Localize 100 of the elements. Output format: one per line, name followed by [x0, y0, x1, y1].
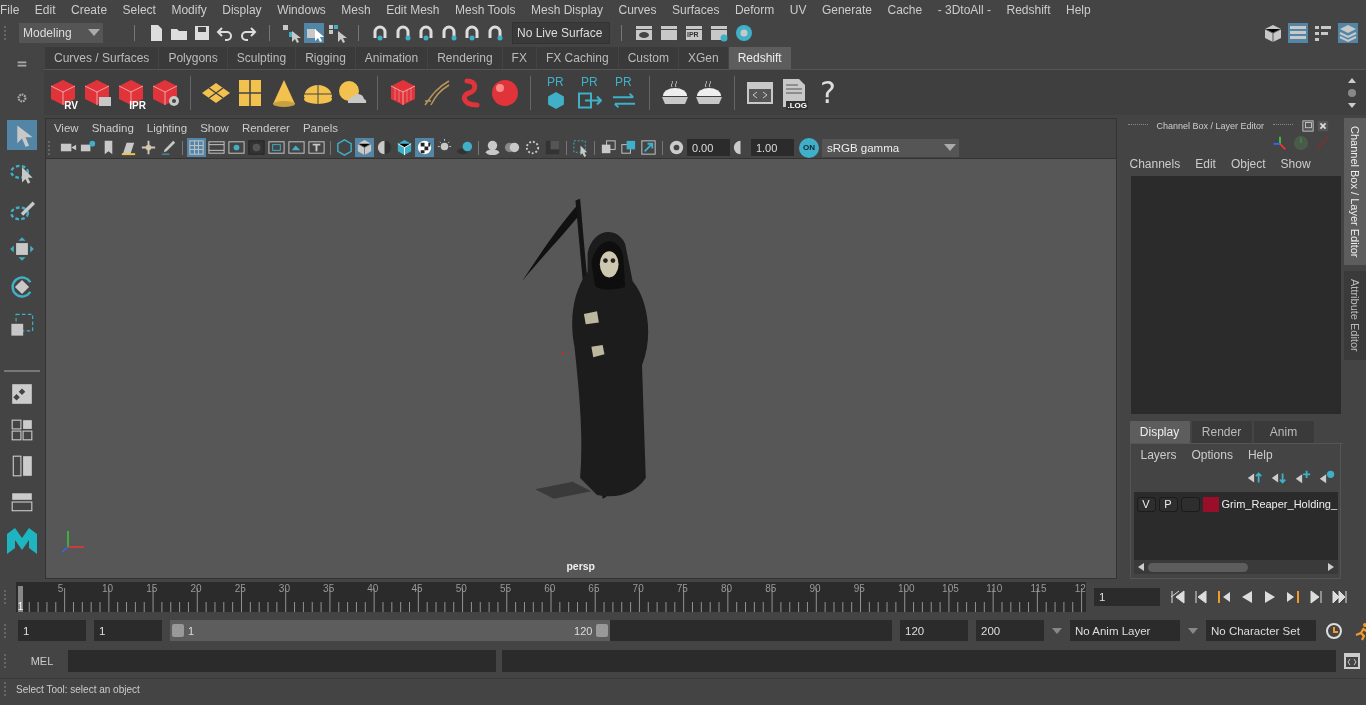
shelf-tab[interactable]: FX — [502, 47, 536, 69]
resolution-gate-icon[interactable] — [226, 138, 246, 157]
shelf-tab[interactable]: Redshift — [728, 47, 791, 69]
character-set-dropdown[interactable]: No Character Set — [1206, 620, 1316, 641]
menu-item[interactable]: File — [0, 3, 20, 17]
scroll-left-icon[interactable] — [1136, 562, 1145, 572]
scroll-right-icon[interactable] — [1327, 562, 1335, 572]
side-tab[interactable]: Channel Box / Layer Editor — [1344, 118, 1366, 266]
layer-color-swatch[interactable] — [1202, 496, 1219, 512]
grid-icon[interactable] — [186, 138, 206, 157]
layer-tab[interactable]: Anim — [1253, 421, 1314, 443]
script-editor-icon[interactable] — [1342, 650, 1362, 671]
menu-item[interactable]: Mesh Display — [531, 3, 604, 17]
shelf-button[interactable]: IPR — [114, 74, 148, 111]
menu-item[interactable]: Display — [222, 3, 262, 17]
shelf-button[interactable]: PR — [607, 74, 641, 111]
menu-item[interactable]: View — [53, 122, 79, 134]
float-icon[interactable] — [1302, 120, 1315, 132]
range-slider[interactable]: 1 120 — [170, 620, 611, 641]
menu-item[interactable]: - 3DtoAll - — [937, 3, 991, 17]
menu-item[interactable]: Select — [122, 3, 156, 17]
menu-item[interactable]: Help — [1066, 3, 1091, 17]
menu-item[interactable]: Edit — [34, 3, 56, 17]
current-frame-marker[interactable]: 1 — [18, 586, 23, 612]
shelf-button[interactable]: PR — [539, 74, 573, 111]
menu-item[interactable]: Lighting — [146, 122, 188, 134]
menu-item[interactable]: Layers — [1140, 448, 1177, 462]
command-input-field[interactable] — [68, 649, 496, 672]
menu-item[interactable]: Show — [200, 122, 229, 134]
xray-component-icon[interactable] — [638, 138, 658, 157]
layer-tab[interactable]: Render — [1191, 421, 1252, 443]
layer-tab[interactable]: Display — [1129, 421, 1190, 443]
menu-item[interactable]: Edit Mesh — [386, 3, 440, 17]
menu-item[interactable]: UV — [789, 3, 807, 17]
shelf-tab[interactable]: Custom — [618, 47, 678, 69]
layer-stack-icon[interactable] — [1338, 22, 1358, 43]
menu-item[interactable]: Redshift — [1006, 3, 1051, 17]
menu-item[interactable]: Mesh Tools — [455, 3, 516, 17]
shelf-button[interactable]: .LOG — [777, 74, 811, 111]
skip-start-icon[interactable] — [1170, 589, 1186, 605]
shelf-tab[interactable]: Animation — [355, 47, 428, 69]
menu-item[interactable]: Generate — [821, 3, 872, 17]
safe-title-icon[interactable] — [306, 138, 326, 157]
menu-item[interactable]: Help — [1247, 448, 1273, 462]
layer-name[interactable]: Grim_Reaper_Holding_ — [1221, 498, 1338, 510]
menu-item[interactable]: Edit — [1195, 157, 1216, 171]
exposure-field[interactable]: 0.00 — [686, 139, 730, 156]
cube-stack-icon[interactable] — [1263, 22, 1283, 43]
menu-item[interactable]: Show — [1280, 157, 1311, 171]
menu-item[interactable]: Panels — [302, 122, 339, 134]
command-language-label[interactable]: MEL — [22, 654, 62, 667]
menu-item[interactable]: Options — [1191, 448, 1233, 462]
menu-item[interactable]: Surfaces — [672, 3, 720, 17]
shelf-tab[interactable]: Sculpting — [227, 47, 296, 69]
hierarchy-select-icon[interactable] — [281, 22, 301, 43]
visibility-toggle[interactable]: V — [1136, 496, 1156, 512]
prev-key-icon[interactable] — [1216, 589, 1232, 605]
playback-toggle[interactable]: P — [1158, 496, 1178, 512]
anim-layer-dropdown[interactable]: No Anim Layer — [1070, 620, 1180, 641]
menu-item[interactable]: Deform — [734, 3, 775, 17]
logo-icon[interactable] — [4, 526, 39, 556]
new-layer-icon[interactable] — [1294, 468, 1312, 486]
step-back-key-icon[interactable] — [1193, 589, 1209, 605]
color-space-dropdown[interactable]: sRGB gamma — [821, 138, 959, 157]
axis-icon[interactable] — [1271, 134, 1289, 152]
start-frame-field[interactable]: 1 — [18, 620, 86, 641]
wireframe-cube-icon[interactable] — [334, 138, 354, 157]
field-chart-icon[interactable] — [266, 138, 286, 157]
menu-item[interactable]: Create — [71, 3, 108, 17]
shelf-tab[interactable]: Rendering — [428, 47, 502, 69]
menu-item[interactable]: Shading — [91, 122, 134, 134]
film-gate-icon[interactable] — [206, 138, 226, 157]
checker-sphere-icon[interactable] — [414, 138, 434, 157]
current-frame-field[interactable]: 1 — [1094, 588, 1160, 606]
gamma-field[interactable]: 1.00 — [750, 139, 794, 156]
menu-item[interactable]: Renderer — [241, 122, 290, 134]
safe-action-icon[interactable] — [286, 138, 306, 157]
horizontal-scrollbar[interactable] — [1133, 560, 1338, 574]
menu-item[interactable]: Windows — [277, 3, 326, 17]
live-surface-field[interactable]: No Live Surface — [512, 21, 610, 44]
attribute-list-icon[interactable] — [1288, 22, 1308, 43]
shelf-button[interactable]: RV — [46, 74, 80, 111]
timeline-ruler[interactable]: 1 5 10 15 20 25 30 35 40 45 50 55 60 65 70 75 80 85 90 95 100 105 110 115 12 — [16, 582, 1086, 612]
object-select-icon[interactable] — [304, 22, 324, 43]
skip-end-icon[interactable] — [1331, 589, 1347, 605]
next-key-icon[interactable] — [1285, 589, 1301, 605]
add-selected-layer-icon[interactable] — [1318, 468, 1336, 486]
menu-item[interactable]: Object — [1230, 157, 1266, 171]
close-icon[interactable] — [1317, 120, 1330, 132]
menu-item[interactable]: Curves — [618, 3, 657, 17]
xray-joint-icon[interactable] — [618, 138, 638, 157]
shelf-tab[interactable]: Polygons — [159, 47, 227, 69]
side-tab[interactable]: Attribute Editor — [1344, 271, 1366, 361]
shelf-tab[interactable]: FX Caching — [536, 47, 618, 69]
playback-end-field[interactable]: 120 — [900, 620, 968, 641]
workspace-dropdown[interactable]: Modeling — [19, 22, 103, 43]
menu-icon[interactable] — [16, 58, 28, 70]
menu-item[interactable]: Mesh — [341, 3, 371, 17]
step-forward-icon[interactable] — [1308, 589, 1324, 605]
end-frame-field[interactable]: 200 — [976, 620, 1044, 641]
